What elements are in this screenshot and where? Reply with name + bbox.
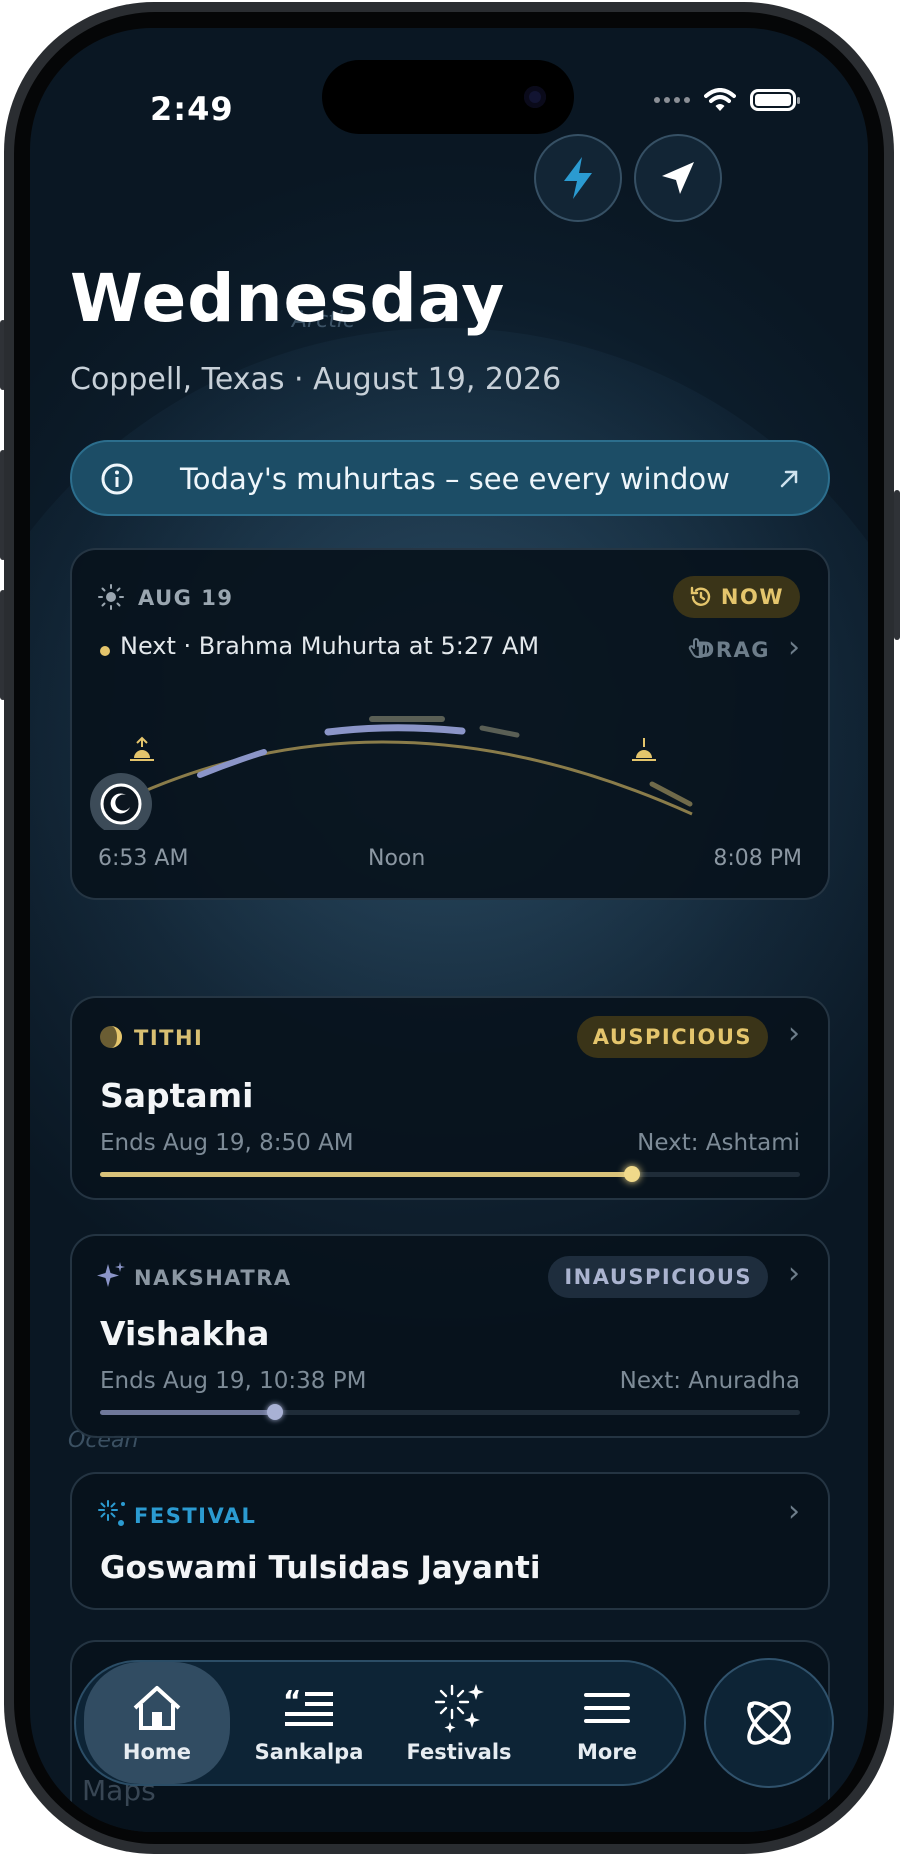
tithi-progress <box>100 1166 800 1182</box>
now-badge[interactable]: NOW <box>672 576 800 618</box>
sun-card-date: AUG 19 <box>138 586 234 610</box>
noon-label: Noon <box>368 846 426 871</box>
tab-home-label: Home <box>122 1740 192 1764</box>
status-icons <box>654 88 800 112</box>
arc-segment <box>479 725 520 738</box>
now-label: NOW <box>720 585 784 609</box>
nakshatra-label: NAKSHATRA <box>134 1266 292 1290</box>
info-icon <box>101 463 133 495</box>
tithi-label: TITHI <box>134 1026 204 1050</box>
festival-label: FESTIVAL <box>134 1504 257 1528</box>
tab-more[interactable]: More <box>534 1662 680 1784</box>
tab-more-label: More <box>577 1740 637 1764</box>
sunrise-icon <box>130 736 154 761</box>
tab-sankalpa[interactable]: “ Sankalpa <box>236 1662 382 1784</box>
next-muhurta-text: Next · Brahma Muhurta at 5:27 AM <box>120 632 540 660</box>
location-button[interactable] <box>634 134 722 222</box>
quote-list-icon: “ <box>283 1686 333 1726</box>
tithi-next: Next: Ashtami <box>637 1130 800 1156</box>
tithi-progress-fill <box>100 1172 632 1177</box>
nakshatra-progress-fill <box>100 1410 275 1415</box>
sun-path-card[interactable]: AUG 19 NOW Next · Brahma Muhurta at 5:27… <box>70 548 830 900</box>
inauspicious-badge: INAUSPICIOUS <box>548 1256 768 1298</box>
fireworks-icon <box>434 1684 484 1733</box>
chevron-right-icon: › <box>788 1016 800 1051</box>
tab-home[interactable]: Home <box>84 1662 230 1784</box>
chevron-right-icon: › <box>788 1494 800 1529</box>
arc-segment <box>197 749 267 778</box>
location-date: Coppell, Texas · August 19, 2026 <box>70 362 562 397</box>
arc-segment <box>324 724 466 736</box>
front-camera <box>524 86 546 108</box>
arc-segment <box>649 781 693 807</box>
nakshatra-next: Next: Anuradha <box>619 1368 800 1394</box>
wifi-icon <box>704 88 736 111</box>
nakshatra-progress-knob <box>267 1404 283 1420</box>
tithi-progress-knob <box>624 1166 640 1182</box>
sparkle-icon <box>97 1262 125 1287</box>
chevron-right-icon: › <box>788 1256 800 1291</box>
home-icon <box>133 1686 181 1730</box>
page-title: Wednesday <box>70 260 506 337</box>
moon-phase-icon <box>100 1026 122 1048</box>
current-position-marker[interactable] <box>90 773 152 830</box>
external-arrow-icon <box>780 470 798 488</box>
nakshatra-progress <box>100 1404 800 1420</box>
menu-icon <box>584 1693 630 1723</box>
muhurtas-banner[interactable]: Today's muhurtas – see every window <box>70 440 830 516</box>
next-dot <box>100 646 110 656</box>
sun-arc-chart[interactable] <box>72 700 828 830</box>
nakshatra-ends: Ends Aug 19, 10:38 PM <box>100 1368 367 1394</box>
tab-sankalpa-label: Sankalpa <box>254 1740 364 1764</box>
quick-action-button[interactable] <box>534 134 622 222</box>
nakshatra-card[interactable]: NAKSHATRA INAUSPICIOUS › Vishakha Ends A… <box>70 1234 830 1438</box>
sunrise-time: 6:53 AM <box>98 846 189 871</box>
sunset-icon <box>632 738 656 761</box>
tab-festivals[interactable]: Festivals <box>386 1662 532 1784</box>
lightning-icon <box>564 157 592 199</box>
cellular-signal-icon <box>654 97 690 103</box>
tab-festivals-label: Festivals <box>406 1740 512 1764</box>
status-time: 2:49 <box>150 90 234 128</box>
atom-icon <box>747 1701 791 1745</box>
location-arrow-icon <box>662 162 694 194</box>
floating-action-button[interactable] <box>704 1658 834 1788</box>
tithi-card[interactable]: TITHI AUSPICIOUS › Saptami Ends Aug 19, … <box>70 996 830 1200</box>
power-button <box>894 490 900 640</box>
screen: Arctic Ocean 2:49 Wednesday Coppell, Tex… <box>30 28 868 1832</box>
drag-label[interactable]: DRAG <box>697 638 770 662</box>
tab-bar: Home “ Sankalpa Festivals More <box>74 1660 686 1786</box>
fireworks-icon <box>98 1500 125 1526</box>
banner-text: Today's muhurtas – see every window <box>180 462 730 496</box>
tithi-name: Saptami <box>100 1076 254 1115</box>
festival-card[interactable]: FESTIVAL › Goswami Tulsidas Jayanti <box>70 1472 830 1610</box>
sunset-time: 8:08 PM <box>713 846 802 871</box>
sun-icon <box>98 584 124 610</box>
nakshatra-name: Vishakha <box>100 1314 270 1353</box>
tithi-ends: Ends Aug 19, 8:50 AM <box>100 1130 354 1156</box>
chevron-right-icon: › <box>788 630 800 665</box>
history-icon <box>690 586 711 606</box>
festival-name: Goswami Tulsidas Jayanti <box>100 1550 541 1586</box>
battery-icon <box>750 89 800 111</box>
auspicious-badge: AUSPICIOUS <box>576 1016 768 1058</box>
dynamic-island <box>322 60 574 134</box>
